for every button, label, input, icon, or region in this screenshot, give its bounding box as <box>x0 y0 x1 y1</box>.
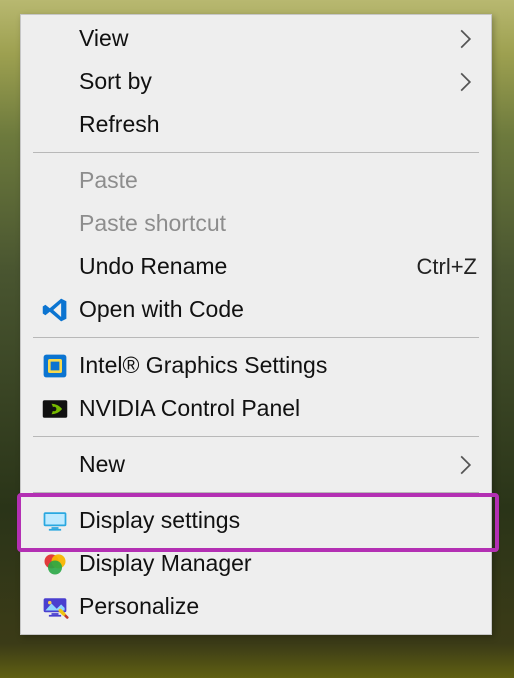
chevron-right-icon <box>459 454 477 476</box>
menu-item-display-manager[interactable]: Display Manager <box>21 542 491 585</box>
menu-separator <box>33 436 479 437</box>
menu-separator <box>33 492 479 493</box>
menu-label-display-settings: Display settings <box>79 507 477 534</box>
menu-item-paste-shortcut: Paste shortcut <box>21 202 491 245</box>
menu-separator <box>33 152 479 153</box>
menu-label-sort-by: Sort by <box>79 68 459 95</box>
menu-label-undo-rename: Undo Rename <box>79 253 407 280</box>
display-settings-icon <box>31 507 79 535</box>
menu-separator <box>33 337 479 338</box>
chevron-right-icon <box>459 28 477 50</box>
menu-item-undo-rename[interactable]: Undo Rename Ctrl+Z <box>21 245 491 288</box>
menu-label-display-manager: Display Manager <box>79 550 477 577</box>
menu-item-refresh[interactable]: Refresh <box>21 103 491 146</box>
personalize-icon <box>31 593 79 621</box>
menu-label-refresh: Refresh <box>79 111 477 138</box>
menu-accel-undo-rename: Ctrl+Z <box>417 254 478 280</box>
menu-item-open-with-code[interactable]: Open with Code <box>21 288 491 331</box>
menu-label-paste-shortcut: Paste shortcut <box>79 210 477 237</box>
menu-label-new: New <box>79 451 459 478</box>
menu-label-personalize: Personalize <box>79 593 477 620</box>
menu-label-view: View <box>79 25 459 52</box>
menu-item-new[interactable]: New <box>21 443 491 486</box>
menu-label-open-with-code: Open with Code <box>79 296 477 323</box>
menu-item-sort-by[interactable]: Sort by <box>21 60 491 103</box>
menu-item-view[interactable]: View <box>21 17 491 60</box>
desktop-context-menu: View Sort by Refresh Paste Paste <box>20 14 492 635</box>
display-manager-icon <box>31 550 79 578</box>
desktop-background: View Sort by Refresh Paste Paste <box>0 0 514 678</box>
menu-label-nvidia-panel: NVIDIA Control Panel <box>79 395 477 422</box>
menu-item-personalize[interactable]: Personalize <box>21 585 491 628</box>
intel-graphics-icon <box>31 352 79 380</box>
menu-item-display-settings[interactable]: Display settings <box>21 499 491 542</box>
menu-item-intel-graphics[interactable]: Intel® Graphics Settings <box>21 344 491 387</box>
chevron-right-icon <box>459 71 477 93</box>
nvidia-icon <box>31 395 79 423</box>
menu-label-paste: Paste <box>79 167 477 194</box>
menu-item-nvidia-panel[interactable]: NVIDIA Control Panel <box>21 387 491 430</box>
vscode-icon <box>31 296 79 324</box>
menu-item-paste: Paste <box>21 159 491 202</box>
menu-label-intel-graphics: Intel® Graphics Settings <box>79 352 477 379</box>
